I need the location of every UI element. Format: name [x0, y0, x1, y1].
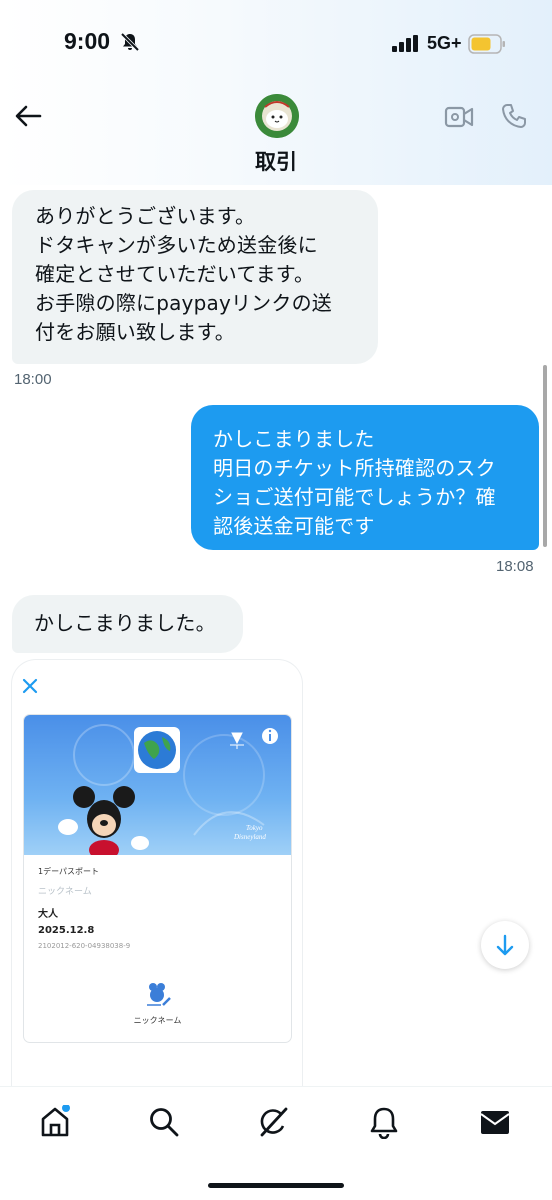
close-icon[interactable]: [22, 678, 38, 694]
message-line: ショご送付可能でしょうか？確: [213, 485, 496, 509]
ticket-banner-art: Tokyo Disneyland: [58, 724, 278, 855]
sent-message[interactable]: かしこまりました 明日のチケット所持確認のスク ショご送付可能でしょうか？確 認…: [191, 405, 539, 550]
home-icon[interactable]: [38, 1105, 72, 1139]
message-line: 付をお願い致します。: [35, 320, 235, 344]
back-arrow-icon[interactable]: [14, 104, 42, 128]
image-attachment[interactable]: Tokyo Disneyland 1デーパスポート ニックネーム 大人 2025…: [12, 660, 302, 1100]
nickname-placeholder: ニックネーム: [38, 887, 92, 897]
home-indicator[interactable]: [208, 1183, 344, 1188]
bell-slash-icon: [120, 32, 140, 52]
signal-icon: [392, 35, 418, 52]
message-timestamp: 18:08: [496, 558, 534, 575]
status-bar: 9:00 5G+: [0, 0, 552, 90]
svg-text:Disneyland: Disneyland: [233, 833, 266, 841]
network-type: 5G+: [427, 33, 462, 53]
message-line: 認後送金可能です: [213, 514, 375, 538]
video-call-icon[interactable]: [444, 104, 474, 130]
edit-nickname-icon: [147, 983, 171, 1006]
message-line: お手隙の際にpaypayリンクの送: [35, 291, 332, 315]
message-line: 明日のチケット所持確認のスク: [213, 456, 496, 480]
ticket-kind: 大人: [38, 909, 58, 920]
arrow-down-icon: [496, 934, 514, 956]
scroll-to-bottom-button[interactable]: [481, 921, 529, 969]
received-message[interactable]: かしこまりました。: [12, 595, 243, 653]
ticket-banner: Tokyo Disneyland: [24, 715, 291, 855]
scrollbar[interactable]: [543, 365, 547, 547]
message-line: ありがとうございます。: [35, 204, 256, 228]
avatar-image: [255, 94, 299, 138]
messages-icon[interactable]: [478, 1105, 512, 1139]
mickey-illustration: [58, 786, 149, 855]
battery-icon: [468, 34, 505, 54]
message-line: かしこまりました: [213, 427, 375, 451]
conversation-header: 取引: [0, 90, 552, 185]
message-line: かしこまりました。: [34, 611, 216, 635]
ticket-date: 2025.12.8: [38, 925, 95, 936]
grok-icon[interactable]: [256, 1105, 290, 1139]
message-timestamp: 18:00: [14, 371, 52, 388]
svg-text:Tokyo: Tokyo: [246, 824, 263, 832]
notifications-icon[interactable]: [367, 1105, 401, 1139]
message-line: ドタキャンが多いため送金後に: [35, 233, 318, 257]
ticket-id: 2102012-620-04938038-9: [38, 942, 131, 950]
phone-icon[interactable]: [500, 102, 528, 130]
pass-type: 1デーパスポート: [38, 867, 100, 876]
search-icon[interactable]: [147, 1105, 181, 1139]
conversation-title: 取引: [255, 150, 297, 174]
avatar[interactable]: [255, 94, 299, 138]
status-time: 9:00: [64, 28, 111, 54]
park-ticket: Tokyo Disneyland 1デーパスポート ニックネーム 大人 2025…: [24, 715, 291, 1042]
ticket-details: 1デーパスポート ニックネーム 大人 2025.12.8 2102012-620…: [24, 855, 291, 1042]
message-line: 確定とさせていただいてます。: [35, 262, 315, 286]
received-message[interactable]: ありがとうございます。 ドタキャンが多いため送金後に 確定とさせていただいてます…: [12, 190, 378, 364]
nickname-button-label: ニックネーム: [133, 1016, 182, 1025]
